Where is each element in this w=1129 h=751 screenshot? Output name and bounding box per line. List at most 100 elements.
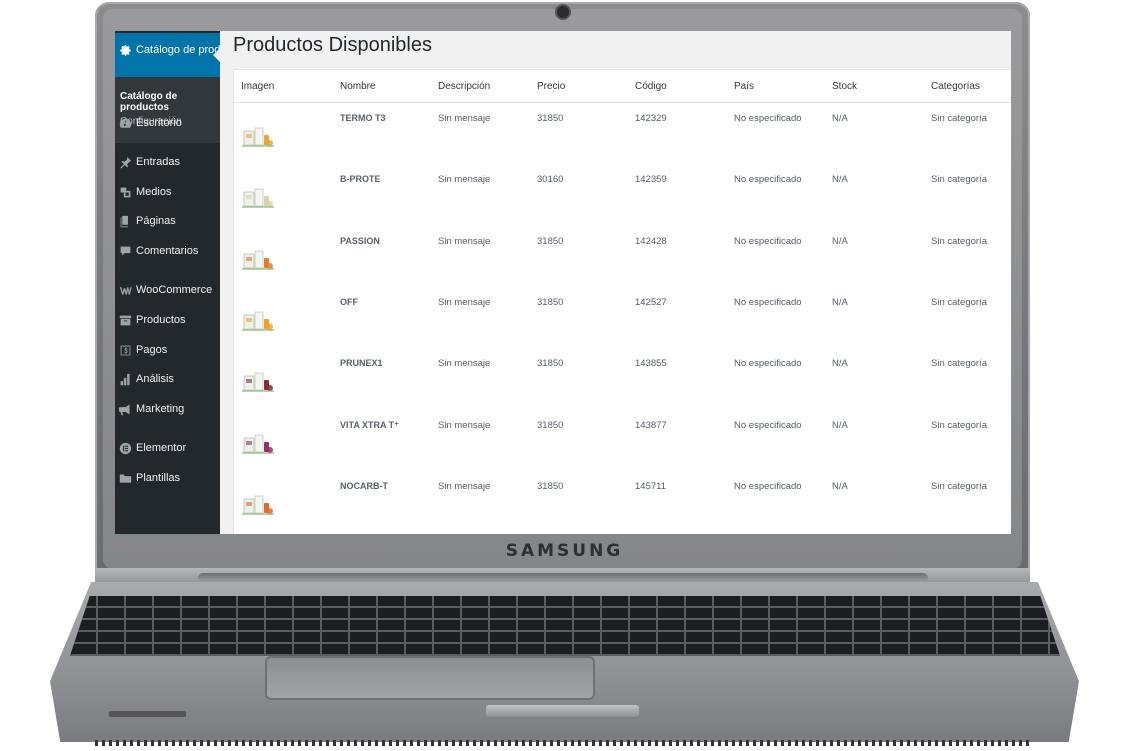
cell-name[interactable]: VITA XTRA T⁺ (340, 420, 399, 431)
cell-category: Sin categoría (931, 113, 987, 124)
submenu-item-catalogo[interactable]: Catálogo de productos (120, 91, 220, 113)
cell-stock: N/A (832, 419, 848, 431)
column-header[interactable]: Código (635, 81, 667, 92)
table-row[interactable]: B-PROTE Sin mensaje 30160 142359 No especifi… (234, 168, 1011, 229)
product-thumbnail[interactable] (242, 248, 274, 274)
comments-icon (118, 244, 132, 258)
sidebar-item-label: Plantillas (136, 472, 181, 484)
cell-name[interactable]: B-PROTE (340, 174, 381, 184)
column-header[interactable]: Nombre (340, 81, 376, 92)
sidebar-item-elementor[interactable]: Elementor (115, 438, 220, 460)
cell-name[interactable]: NOCARB-T (340, 481, 388, 491)
table-row[interactable]: OFF Sin mensaje 31850 142527 No especificado… (234, 291, 1011, 352)
cell-price: 31850 (537, 296, 564, 308)
cell-code: 142527 (635, 296, 667, 308)
table-row[interactable]: TERMO T3 Sin mensaje 31850 142329 No especif… (234, 107, 1011, 168)
cell-code: 143855 (635, 358, 667, 370)
sidebar-item-productos[interactable]: Productos (115, 310, 220, 332)
cell-country: No especificado (734, 480, 802, 492)
sidebar-item-escritorio[interactable]: Escritorio (115, 113, 220, 135)
cell-country: No especificado (734, 358, 802, 370)
column-header[interactable]: País (734, 81, 754, 92)
table-row[interactable]: PASSION Sin mensaje 31850 142428 No especifi… (234, 230, 1011, 291)
cell-code: 142359 (635, 174, 667, 186)
cell-code: 142428 (635, 235, 667, 247)
cell-description: Sin mensaje (438, 358, 491, 370)
sidebar-item-plantillas[interactable]: Plantillas (115, 468, 220, 490)
elementor-icon (118, 441, 132, 455)
cell-description: Sin mensaje (438, 113, 491, 124)
sidebar-item-medios[interactable]: Medios (115, 182, 220, 204)
column-header[interactable]: Imagen (241, 81, 274, 92)
product-thumbnail[interactable] (242, 125, 274, 151)
sidebar-item-label: Escritorio (136, 117, 182, 129)
sidebar-item-label: Medios (136, 186, 172, 198)
column-header[interactable]: Stock (832, 81, 857, 92)
cell-name[interactable]: OFF (340, 297, 358, 307)
cell-description: Sin mensaje (438, 174, 491, 186)
cell-country: No especificado (734, 419, 802, 431)
sidebar-item-woocommerce[interactable]: WooCommerce (115, 280, 220, 302)
cell-stock: N/A (832, 235, 848, 247)
cell-description: Sin mensaje (438, 480, 491, 492)
brand-logo: SAMSUNG (505, 541, 624, 561)
product-thumbnail[interactable] (242, 432, 274, 458)
cell-name[interactable]: PRUNEX1 (340, 358, 383, 368)
cell-category: Sin categoría (931, 174, 987, 186)
pin-icon (118, 155, 132, 169)
archive-icon (118, 313, 132, 327)
cell-price: 31850 (537, 419, 564, 431)
menu-catalogo[interactable]: Catálogo de productos (115, 33, 247, 77)
column-header[interactable]: Precio (537, 81, 565, 92)
cell-category: Sin categoría (931, 235, 987, 247)
cell-description: Sin mensaje (438, 419, 491, 431)
webcam (557, 6, 569, 18)
sidebar-item-label: Análisis (136, 373, 174, 385)
sidebar-item-label: Pagos (136, 344, 168, 356)
sidebar-item-entradas[interactable]: Entradas (115, 152, 220, 174)
cell-code: 145711 (635, 480, 666, 492)
table-row[interactable]: NOCARB-T Sin mensaje 31850 145711 No especif… (234, 475, 1011, 534)
sidebar-item-comentarios[interactable]: Comentarios (115, 241, 220, 263)
sidebar-item-analisis[interactable]: Análisis (115, 369, 220, 391)
cell-price: 31850 (537, 358, 564, 370)
column-header[interactable]: Descripción (438, 81, 490, 92)
column-header[interactable]: Categorías (931, 81, 980, 92)
cell-price: 31850 (537, 235, 564, 247)
woocommerce-icon (118, 283, 132, 297)
chart-bar-icon (118, 372, 132, 386)
table-row[interactable]: PRUNEX1 Sin mensaje 31850 143855 No especifi… (234, 352, 1011, 413)
speaker-grille (95, 740, 1030, 746)
screen: Catálogo de productos Catálogo de produc… (115, 31, 1011, 534)
product-thumbnail[interactable] (242, 186, 274, 212)
sidebar-item-label: Elementor (136, 442, 187, 454)
cell-price: 30160 (537, 174, 564, 186)
sidebar-item-marketing[interactable]: Marketing (115, 399, 220, 421)
keyboard-rows (70, 596, 1060, 656)
cell-stock: N/A (832, 480, 848, 492)
cell-stock: N/A (832, 358, 848, 370)
table-row[interactable]: VITA XTRA T⁺ Sin mensaje 31850 143877 No esp… (234, 414, 1011, 475)
sidebar-item-paginas[interactable]: Páginas (115, 211, 220, 233)
cell-category: Sin categoría (931, 296, 987, 308)
cell-price: 31850 (537, 113, 564, 124)
cell-price: 31850 (537, 480, 564, 492)
cell-country: No especificado (734, 296, 802, 308)
cell-stock: N/A (832, 174, 848, 186)
sidebar-item-pagos[interactable]: Pagos (115, 340, 220, 362)
cell-stock: N/A (832, 113, 848, 124)
main-content: Productos Disponibles Imagen Nombre Descri… (220, 31, 1011, 534)
sidebar-item-label: Marketing (136, 403, 185, 415)
product-thumbnail[interactable] (242, 370, 274, 396)
product-thumbnail[interactable] (242, 309, 274, 335)
table-header: Imagen Nombre Descripción Precio Código País S… (234, 70, 1011, 103)
pages-icon (118, 214, 132, 228)
menu-catalogo-label: Catálogo de productos (136, 44, 247, 56)
cell-country: No especificado (734, 235, 802, 247)
front-latch (486, 705, 639, 717)
cell-name[interactable]: PASSION (340, 236, 380, 246)
cell-category: Sin categoría (931, 419, 987, 431)
sidebar-item-label: WooCommerce (136, 284, 213, 296)
cell-name[interactable]: TERMO T3 (340, 113, 386, 123)
product-thumbnail[interactable] (242, 493, 274, 519)
